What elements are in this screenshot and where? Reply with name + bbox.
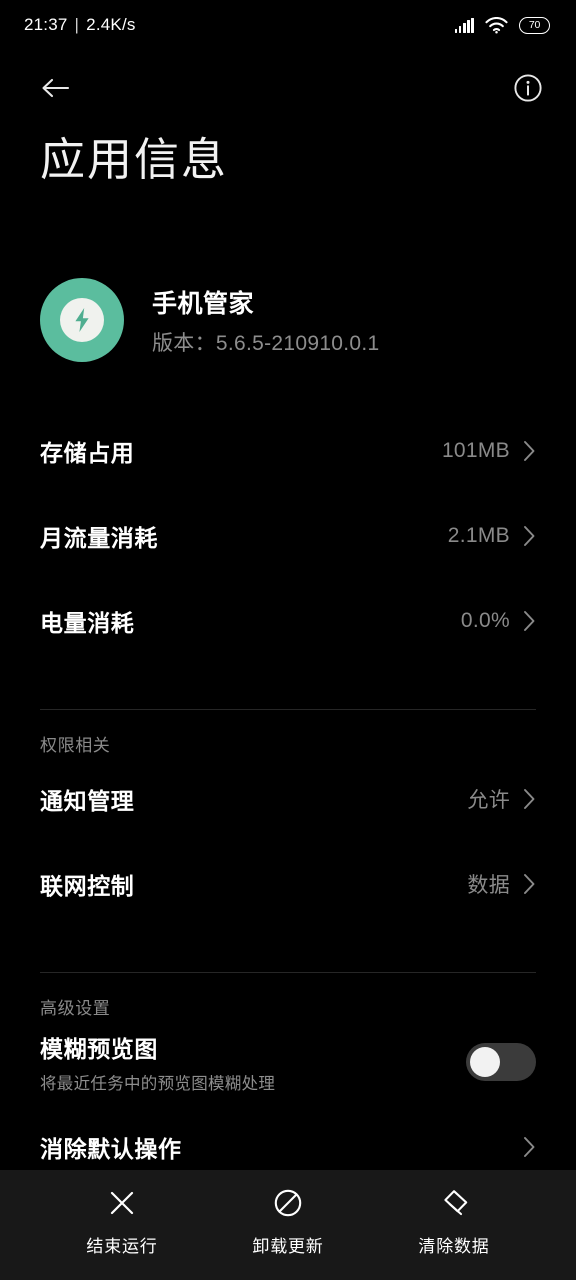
close-x-icon: [105, 1186, 139, 1220]
row-value: 允许: [467, 788, 510, 812]
row-right: 数据: [467, 869, 536, 899]
row-title: 月流量消耗: [40, 524, 158, 551]
action-label: 结束运行: [86, 1236, 158, 1256]
row-network-control[interactable]: 联网控制 数据: [0, 841, 576, 926]
row-title: 通知管理: [40, 787, 135, 814]
row-left: 存储占用: [40, 434, 134, 468]
toggle-knob: [470, 1046, 500, 1077]
row-title: 存储占用: [40, 439, 135, 466]
status-separator: |: [74, 15, 80, 34]
row-title: 联网控制: [40, 872, 135, 899]
chevron-right-icon: [524, 1136, 535, 1157]
app-meta: 手机管家 版本：5.6.5-210910.0.1: [152, 284, 380, 357]
battery-level: 70: [528, 18, 541, 31]
status-time: 21:37: [24, 15, 68, 34]
blur-preview-toggle[interactable]: [466, 1042, 536, 1081]
row-left: 模糊预览图 将最近任务中的预览图模糊处理: [40, 1030, 275, 1094]
row-value: 0.0%: [460, 608, 510, 632]
lightning-bolt-icon: [75, 308, 89, 332]
page-title: 应用信息: [40, 134, 229, 185]
status-bar-left: 21:37 | 2.4K/s: [24, 15, 136, 35]
row-left: 联网控制: [40, 867, 134, 901]
network-speed: 2.4K/s: [86, 15, 136, 34]
row-title: 模糊预览图: [40, 1035, 158, 1062]
row-value: 101MB: [441, 438, 510, 462]
row-value: 2.1MB: [447, 523, 510, 547]
row-notification-management[interactable]: 通知管理 允许: [0, 756, 576, 841]
row-monthly-data-usage[interactable]: 月流量消耗 2.1MB: [0, 493, 576, 578]
row-value: 数据: [467, 873, 510, 897]
chevron-right-icon: [524, 873, 535, 894]
chevron-right-icon: [524, 610, 535, 631]
status-bar: 21:37 | 2.4K/s 70: [0, 0, 576, 50]
info-circle-icon: [514, 74, 542, 102]
row-right: [523, 1136, 536, 1158]
app-info-screen: 21:37 | 2.4K/s 70 应用信息 手机管家 版本：5.6.5-210…: [0, 0, 576, 1280]
action-force-stop[interactable]: 结束运行: [68, 1186, 176, 1257]
app-header: 手机管家 版本：5.6.5-210910.0.1: [40, 278, 536, 362]
eraser-icon: [437, 1186, 471, 1220]
row-battery-usage[interactable]: 电量消耗 0.0%: [0, 578, 576, 663]
row-left: 月流量消耗: [40, 519, 158, 553]
row-right: 0.0%: [461, 609, 536, 633]
prohibited-circle-icon: [271, 1186, 305, 1220]
action-label: 卸载更新: [252, 1236, 324, 1256]
battery-icon: 70: [519, 16, 550, 34]
section-label-advanced: 高级设置: [40, 999, 111, 1018]
row-storage-usage[interactable]: 存储占用 101MB: [0, 408, 576, 493]
chevron-right-icon: [524, 440, 535, 461]
action-clear-data[interactable]: 清除数据: [400, 1186, 508, 1257]
row-blur-preview[interactable]: 模糊预览图 将最近任务中的预览图模糊处理: [0, 1019, 576, 1104]
row-left: 消除默认操作: [40, 1130, 182, 1164]
app-icon-inner-circle: [60, 298, 104, 342]
row-title: 消除默认操作: [40, 1135, 182, 1162]
app-name: 手机管家: [152, 289, 255, 318]
status-bar-right: 70: [454, 16, 550, 34]
chevron-right-icon: [524, 788, 535, 809]
row-right: 2.1MB: [448, 524, 536, 548]
back-arrow-icon: [42, 78, 70, 98]
row-right: 101MB: [442, 439, 536, 463]
bottom-action-bar: 结束运行 卸载更新 清除数据: [0, 1170, 576, 1280]
action-label: 清除数据: [418, 1236, 490, 1256]
info-button[interactable]: [508, 68, 548, 108]
wifi-icon: [485, 16, 508, 34]
back-button[interactable]: [36, 68, 76, 108]
row-right: 允许: [467, 784, 536, 814]
row-left: 电量消耗: [40, 604, 134, 638]
signal-bars-icon: [454, 17, 474, 33]
chevron-right-icon: [524, 525, 535, 546]
row-subtitle: 将最近任务中的预览图模糊处理: [40, 1074, 276, 1093]
action-uninstall-updates[interactable]: 卸载更新: [234, 1186, 342, 1257]
settings-list: 存储占用 101MB 月流量消耗 2.1MB 电量消耗 0.0% 权限相关 通知…: [0, 408, 576, 1189]
top-navigation-bar: [0, 56, 576, 120]
row-title: 电量消耗: [40, 609, 135, 636]
app-icon: [40, 278, 124, 362]
section-label-permissions: 权限相关: [40, 736, 111, 755]
app-version: 版本：5.6.5-210910.0.1: [152, 331, 380, 355]
row-left: 通知管理: [40, 782, 134, 816]
